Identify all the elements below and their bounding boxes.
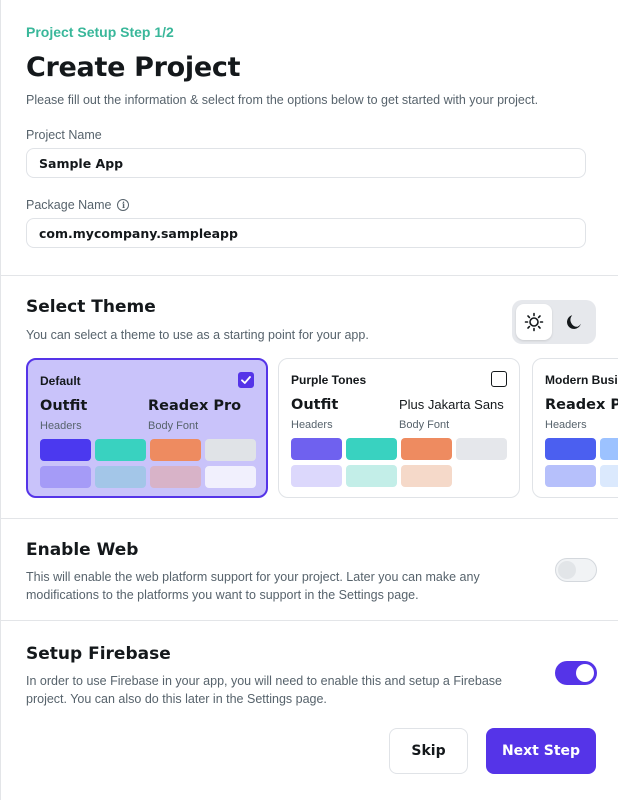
color-swatch <box>401 438 452 460</box>
step-label: Project Setup Step 1/2 <box>26 24 174 40</box>
setup-firebase-description: In order to use Firebase in your app, yo… <box>26 674 502 706</box>
color-swatch <box>291 465 342 487</box>
color-swatch <box>291 438 342 460</box>
color-swatch <box>456 438 507 460</box>
header-font-caption: Headers <box>291 419 333 431</box>
color-swatch <box>205 439 256 461</box>
select-theme-title: Select Theme <box>26 297 156 317</box>
color-swatch <box>150 466 201 488</box>
divider <box>1 620 618 621</box>
light-mode-button[interactable] <box>516 304 552 340</box>
color-swatch <box>40 439 91 461</box>
enable-web-toggle[interactable] <box>555 558 597 582</box>
toggle-knob <box>576 664 594 682</box>
color-swatch <box>346 438 397 460</box>
project-name-label: Project Name <box>26 128 102 142</box>
theme-card-modern-business[interactable]: Modern Busir Readex Pr Headers <box>532 358 618 498</box>
body-font-name: Plus Jakarta Sans <box>399 397 504 412</box>
project-name-label-text: Project Name <box>26 128 102 142</box>
color-swatch <box>545 465 596 487</box>
check-icon <box>241 376 251 384</box>
package-name-input[interactable] <box>26 218 586 248</box>
color-swatch <box>600 438 618 460</box>
color-swatch <box>401 465 452 487</box>
divider <box>1 518 618 519</box>
color-swatch <box>545 438 596 460</box>
body-font-caption: Body Font <box>148 420 199 432</box>
header-font-caption: Headers <box>40 420 82 432</box>
theme-card-default[interactable]: Default Outfit Readex Pro Headers Body F… <box>26 358 268 498</box>
color-swatch <box>600 465 618 487</box>
page-title: Create Project <box>26 52 241 83</box>
color-swatch <box>150 439 201 461</box>
page-subtitle: Please fill out the information & select… <box>26 93 539 107</box>
sun-icon <box>524 312 544 332</box>
theme-card-name: Modern Busir <box>545 373 618 387</box>
enable-web-description: This will enable the web platform suppor… <box>26 570 480 602</box>
package-name-label-text: Package Name <box>26 198 112 212</box>
package-name-label: Package Name i <box>26 198 130 212</box>
header-font-name: Outfit <box>40 398 88 414</box>
setup-firebase-title: Setup Firebase <box>26 644 171 664</box>
color-swatch <box>95 466 146 488</box>
divider <box>1 275 618 276</box>
project-name-input[interactable] <box>26 148 586 178</box>
dark-mode-button[interactable] <box>556 304 592 340</box>
info-icon[interactable]: i <box>117 199 130 211</box>
header-font-name: Readex Pr <box>545 397 618 413</box>
setup-firebase-toggle[interactable] <box>555 661 597 685</box>
enable-web-title: Enable Web <box>26 540 139 560</box>
create-project-panel: Project Setup Step 1/2 Create Project Pl… <box>0 0 618 800</box>
color-swatch <box>40 466 91 488</box>
next-step-button[interactable]: Next Step <box>486 728 596 774</box>
theme-checkbox[interactable] <box>491 371 507 387</box>
theme-card-name: Default <box>40 374 81 388</box>
body-font-caption: Body Font <box>399 419 450 431</box>
header-font-caption: Headers <box>545 419 587 431</box>
theme-checkbox[interactable] <box>238 372 254 388</box>
theme-mode-toggle <box>512 300 596 344</box>
select-theme-description: You can select a theme to use as a start… <box>26 328 369 342</box>
color-swatch <box>346 465 397 487</box>
theme-card-name: Purple Tones <box>291 373 367 387</box>
skip-button[interactable]: Skip <box>389 728 468 774</box>
body-font-name: Readex Pro <box>148 398 242 414</box>
toggle-knob <box>558 561 576 579</box>
color-swatch <box>205 466 256 488</box>
theme-card-purple-tones[interactable]: Purple Tones Outfit Plus Jakarta Sans He… <box>278 358 520 498</box>
color-swatch <box>95 439 146 461</box>
header-font-name: Outfit <box>291 397 339 413</box>
moon-icon <box>567 315 581 329</box>
